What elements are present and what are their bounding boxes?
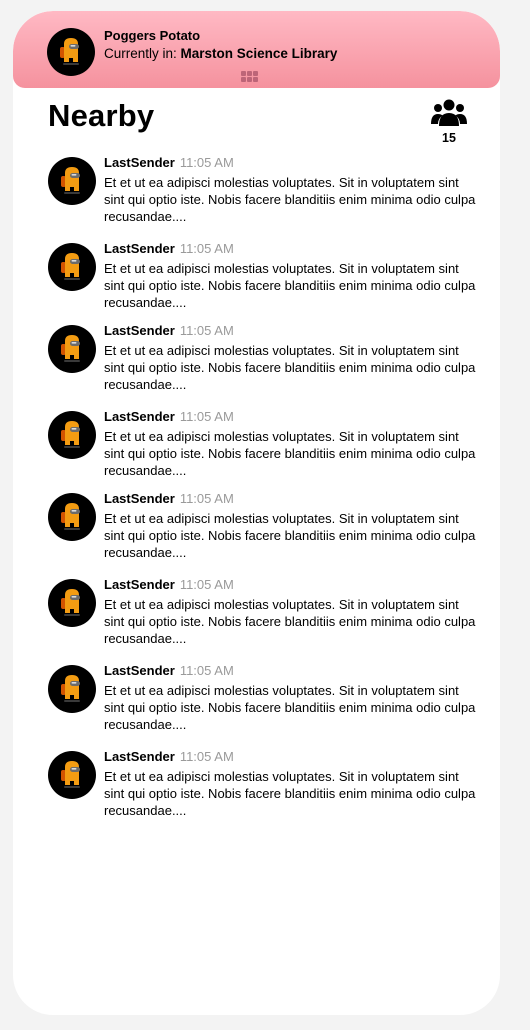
- message-header: LastSender 11:05 AM: [104, 662, 476, 680]
- sender-avatar[interactable]: [48, 751, 96, 799]
- sender-avatar[interactable]: [48, 579, 96, 627]
- people-group-icon: [431, 99, 467, 126]
- message-time: 11:05 AM: [179, 155, 234, 170]
- message-header: LastSender 11:05 AM: [104, 240, 476, 258]
- message-time: 11:05 AM: [179, 749, 234, 764]
- sender-name: LastSender: [104, 409, 175, 424]
- message-time: 11:05 AM: [179, 241, 234, 256]
- sender-name: LastSender: [104, 241, 175, 256]
- header-info: Poggers Potato Currently in: Marston Sci…: [104, 27, 337, 63]
- message-text: Et et ut ea adipisci molestias voluptate…: [104, 511, 476, 560]
- page-title: Nearby: [48, 98, 155, 133]
- current-location: Currently in: Marston Science Library: [104, 45, 337, 63]
- message-body: LastSender 11:05 AM Et et ut ea adipisci …: [104, 490, 476, 561]
- user-avatar[interactable]: [47, 28, 95, 76]
- message-text: Et et ut ea adipisci molestias voluptate…: [104, 343, 476, 392]
- crewmate-avatar-icon: [61, 335, 80, 362]
- sender-name: LastSender: [104, 663, 175, 678]
- sender-avatar[interactable]: [48, 493, 96, 541]
- crewmate-avatar-icon: [61, 503, 80, 530]
- message-body: LastSender 11:05 AM Et et ut ea adipisci …: [104, 240, 476, 311]
- drag-handle-icon[interactable]: [241, 71, 259, 83]
- message-text: Et et ut ea adipisci molestias voluptate…: [104, 769, 476, 818]
- crewmate-avatar-icon: [61, 589, 80, 616]
- message-header: LastSender 11:05 AM: [104, 490, 476, 508]
- message-body: LastSender 11:05 AM Et et ut ea adipisci …: [104, 408, 476, 479]
- message-time: 11:05 AM: [179, 409, 234, 424]
- sender-avatar[interactable]: [48, 243, 96, 291]
- message-header: LastSender 11:05 AM: [104, 408, 476, 426]
- message-header: LastSender 11:05 AM: [104, 576, 476, 594]
- sender-name: LastSender: [104, 323, 175, 338]
- crewmate-avatar-icon: [61, 167, 80, 194]
- sender-avatar[interactable]: [48, 411, 96, 459]
- message-time: 11:05 AM: [179, 663, 234, 678]
- crewmate-avatar-icon: [60, 38, 79, 65]
- message-header: LastSender 11:05 AM: [104, 748, 476, 766]
- sender-name: LastSender: [104, 577, 175, 592]
- crewmate-avatar-icon: [61, 253, 80, 280]
- message-body: LastSender 11:05 AM Et et ut ea adipisci …: [104, 154, 476, 225]
- sender-name: LastSender: [104, 155, 175, 170]
- location-label: Currently in:: [104, 46, 177, 61]
- location-header[interactable]: Poggers Potato Currently in: Marston Sci…: [13, 11, 500, 88]
- people-nearby-button[interactable]: 15: [431, 99, 467, 145]
- message-header: LastSender 11:05 AM: [104, 322, 476, 340]
- message-text: Et et ut ea adipisci molestias voluptate…: [104, 683, 476, 732]
- location-value: Marston Science Library: [180, 46, 338, 61]
- people-count: 15: [442, 131, 456, 145]
- message-time: 11:05 AM: [179, 577, 234, 592]
- message-text: Et et ut ea adipisci molestias voluptate…: [104, 429, 476, 478]
- sender-avatar[interactable]: [48, 325, 96, 373]
- message-body: LastSender 11:05 AM Et et ut ea adipisci …: [104, 576, 476, 647]
- crewmate-avatar-icon: [61, 675, 80, 702]
- message-text: Et et ut ea adipisci molestias voluptate…: [104, 175, 476, 224]
- app-screen: Poggers Potato Currently in: Marston Sci…: [13, 11, 500, 1015]
- message-body: LastSender 11:05 AM Et et ut ea adipisci …: [104, 322, 476, 393]
- current-user-name: Poggers Potato: [104, 28, 201, 43]
- crewmate-avatar-icon: [61, 761, 80, 788]
- message-text: Et et ut ea adipisci molestias voluptate…: [104, 597, 476, 646]
- sender-avatar[interactable]: [48, 157, 96, 205]
- sender-avatar[interactable]: [48, 665, 96, 713]
- message-text: Et et ut ea adipisci molestias voluptate…: [104, 261, 476, 310]
- message-body: LastSender 11:05 AM Et et ut ea adipisci …: [104, 748, 476, 819]
- crewmate-avatar-icon: [61, 421, 80, 448]
- message-time: 11:05 AM: [179, 491, 234, 506]
- message-header: LastSender 11:05 AM: [104, 154, 476, 172]
- sender-name: LastSender: [104, 749, 175, 764]
- message-body: LastSender 11:05 AM Et et ut ea adipisci …: [104, 662, 476, 733]
- message-time: 11:05 AM: [179, 323, 234, 338]
- sender-name: LastSender: [104, 491, 175, 506]
